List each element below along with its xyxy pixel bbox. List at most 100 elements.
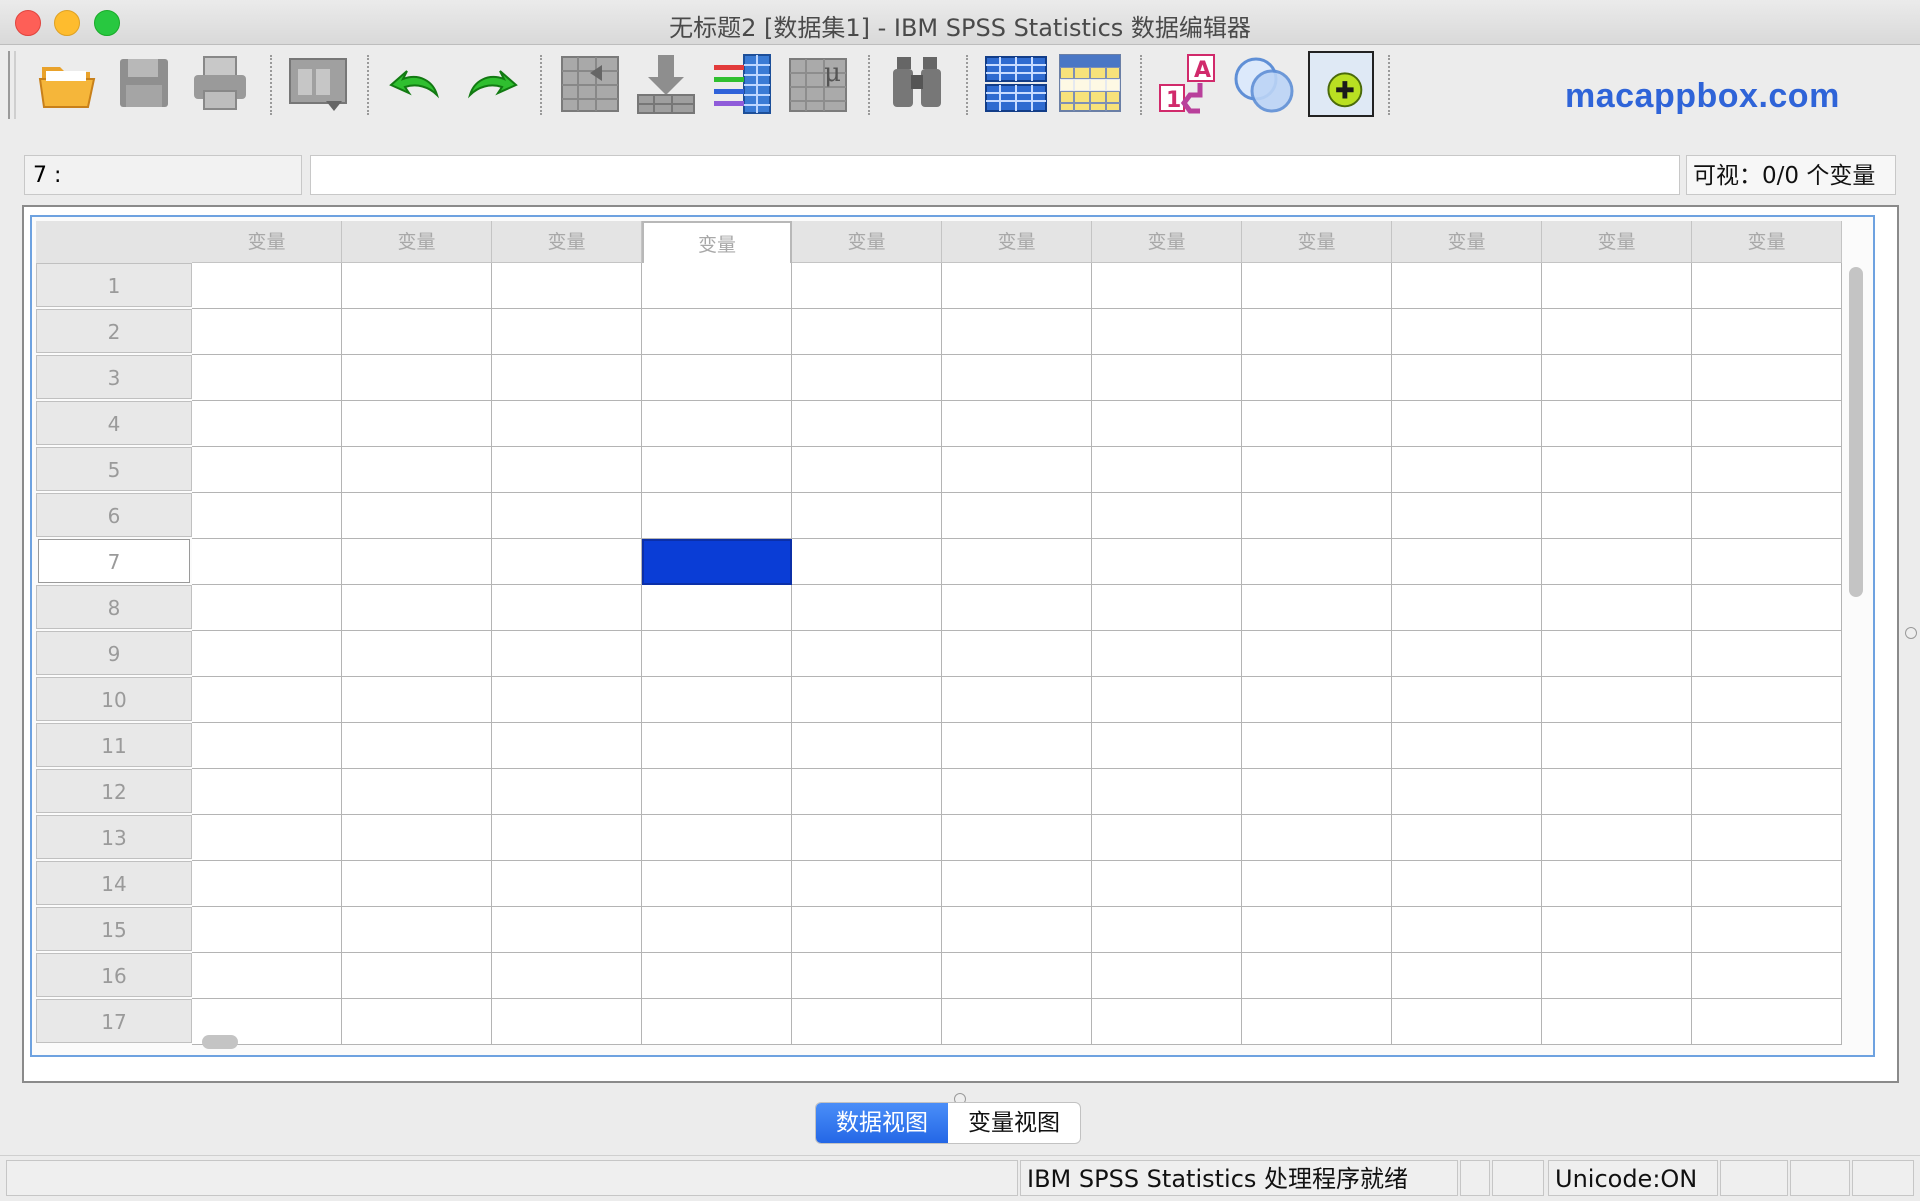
data-cell[interactable] — [1542, 723, 1692, 769]
column-header[interactable]: 变量 — [1392, 221, 1542, 263]
data-cell[interactable] — [1692, 815, 1842, 861]
data-cell[interactable] — [492, 263, 642, 309]
data-cell[interactable] — [1392, 769, 1542, 815]
data-cell[interactable] — [942, 309, 1092, 355]
data-cell[interactable] — [1392, 907, 1542, 953]
data-cell[interactable] — [492, 447, 642, 493]
data-cell[interactable] — [192, 953, 342, 999]
data-cell[interactable] — [1542, 861, 1692, 907]
data-cell[interactable] — [642, 999, 792, 1045]
data-cell[interactable] — [1242, 447, 1392, 493]
data-cell[interactable] — [1542, 631, 1692, 677]
data-cell[interactable] — [1692, 907, 1842, 953]
data-cell[interactable] — [642, 401, 792, 447]
row-header[interactable]: 4 — [36, 401, 192, 445]
data-cell[interactable] — [642, 723, 792, 769]
data-cell[interactable] — [342, 723, 492, 769]
print-icon[interactable] — [188, 51, 252, 115]
row-header[interactable]: 11 — [36, 723, 192, 767]
data-cell[interactable] — [1092, 401, 1242, 447]
data-cell[interactable] — [492, 677, 642, 723]
data-cell[interactable] — [342, 263, 492, 309]
data-cell[interactable] — [642, 631, 792, 677]
selected-cell[interactable] — [642, 539, 792, 585]
data-cell[interactable] — [642, 355, 792, 401]
data-cell[interactable] — [1092, 309, 1242, 355]
data-cell[interactable] — [492, 953, 642, 999]
data-cell[interactable] — [342, 907, 492, 953]
data-cell[interactable] — [942, 401, 1092, 447]
data-cell[interactable] — [642, 769, 792, 815]
data-cell[interactable] — [1542, 539, 1692, 585]
row-header[interactable]: 14 — [36, 861, 192, 905]
data-cell[interactable] — [1692, 861, 1842, 907]
goto-variable-icon[interactable] — [634, 51, 698, 115]
data-cell[interactable] — [492, 769, 642, 815]
data-cell[interactable] — [1092, 631, 1242, 677]
data-cell[interactable] — [1692, 309, 1842, 355]
data-cell[interactable] — [192, 631, 342, 677]
data-cell[interactable] — [1242, 723, 1392, 769]
data-cell[interactable] — [1542, 355, 1692, 401]
select-cases-icon[interactable] — [1058, 51, 1122, 115]
data-cell[interactable] — [792, 401, 942, 447]
data-cell[interactable] — [942, 539, 1092, 585]
vertical-scrollbar[interactable] — [1849, 267, 1863, 597]
data-cell[interactable] — [1392, 953, 1542, 999]
data-cell[interactable] — [1092, 953, 1242, 999]
data-cell[interactable] — [1242, 815, 1392, 861]
data-cell[interactable] — [1692, 493, 1842, 539]
use-variable-sets-icon[interactable] — [1232, 51, 1296, 115]
data-cell[interactable] — [1092, 723, 1242, 769]
data-cell[interactable] — [942, 631, 1092, 677]
data-cell[interactable] — [1092, 585, 1242, 631]
data-cell[interactable] — [342, 493, 492, 539]
data-cell[interactable] — [1542, 263, 1692, 309]
data-cell[interactable] — [1392, 815, 1542, 861]
dialog-recall-icon[interactable] — [286, 51, 350, 115]
data-cell[interactable] — [1392, 401, 1542, 447]
data-cell[interactable] — [1692, 953, 1842, 999]
data-grid[interactable]: 变量 变量 变量 变量 变量 变量 变量 变量 变量 变量 变量 1 2 3 4 5 6 7 8 9 10 11 12 13… — [30, 215, 1875, 1057]
data-cell[interactable] — [1692, 263, 1842, 309]
horizontal-scrollbar[interactable] — [202, 1035, 238, 1049]
data-cell[interactable] — [1242, 401, 1392, 447]
data-cell[interactable] — [342, 309, 492, 355]
data-cell[interactable] — [1242, 677, 1392, 723]
data-cell[interactable] — [642, 263, 792, 309]
data-cell[interactable] — [1542, 907, 1692, 953]
data-cell[interactable] — [492, 355, 642, 401]
tab-variable-view[interactable]: 变量视图 — [948, 1103, 1080, 1143]
data-cell[interactable] — [1692, 401, 1842, 447]
data-cell[interactable] — [192, 539, 342, 585]
data-cell[interactable] — [1392, 677, 1542, 723]
tab-data-view[interactable]: 数据视图 — [816, 1103, 948, 1143]
data-cell[interactable] — [1242, 907, 1392, 953]
data-cell[interactable] — [1092, 539, 1242, 585]
data-cell[interactable] — [342, 585, 492, 631]
row-header[interactable]: 5 — [36, 447, 192, 491]
data-cell[interactable] — [1092, 907, 1242, 953]
data-cell[interactable] — [1242, 953, 1392, 999]
data-cell[interactable] — [1392, 309, 1542, 355]
data-cell[interactable] — [1392, 585, 1542, 631]
row-header[interactable]: 9 — [36, 631, 192, 675]
data-cell[interactable] — [792, 723, 942, 769]
data-cell[interactable] — [1392, 447, 1542, 493]
data-cell[interactable] — [1392, 631, 1542, 677]
data-cell[interactable] — [1692, 355, 1842, 401]
data-cell[interactable] — [942, 815, 1092, 861]
data-cell[interactable] — [792, 263, 942, 309]
data-cell[interactable] — [642, 861, 792, 907]
data-cell[interactable] — [792, 355, 942, 401]
column-header[interactable]: 变量 — [1542, 221, 1692, 263]
data-cell[interactable] — [792, 861, 942, 907]
data-cell[interactable] — [1092, 263, 1242, 309]
data-cell[interactable] — [1692, 447, 1842, 493]
data-cell[interactable] — [492, 309, 642, 355]
data-cell[interactable] — [942, 723, 1092, 769]
data-cell[interactable] — [342, 401, 492, 447]
data-cell[interactable] — [1242, 999, 1392, 1045]
data-cell[interactable] — [492, 585, 642, 631]
data-cell[interactable] — [792, 539, 942, 585]
